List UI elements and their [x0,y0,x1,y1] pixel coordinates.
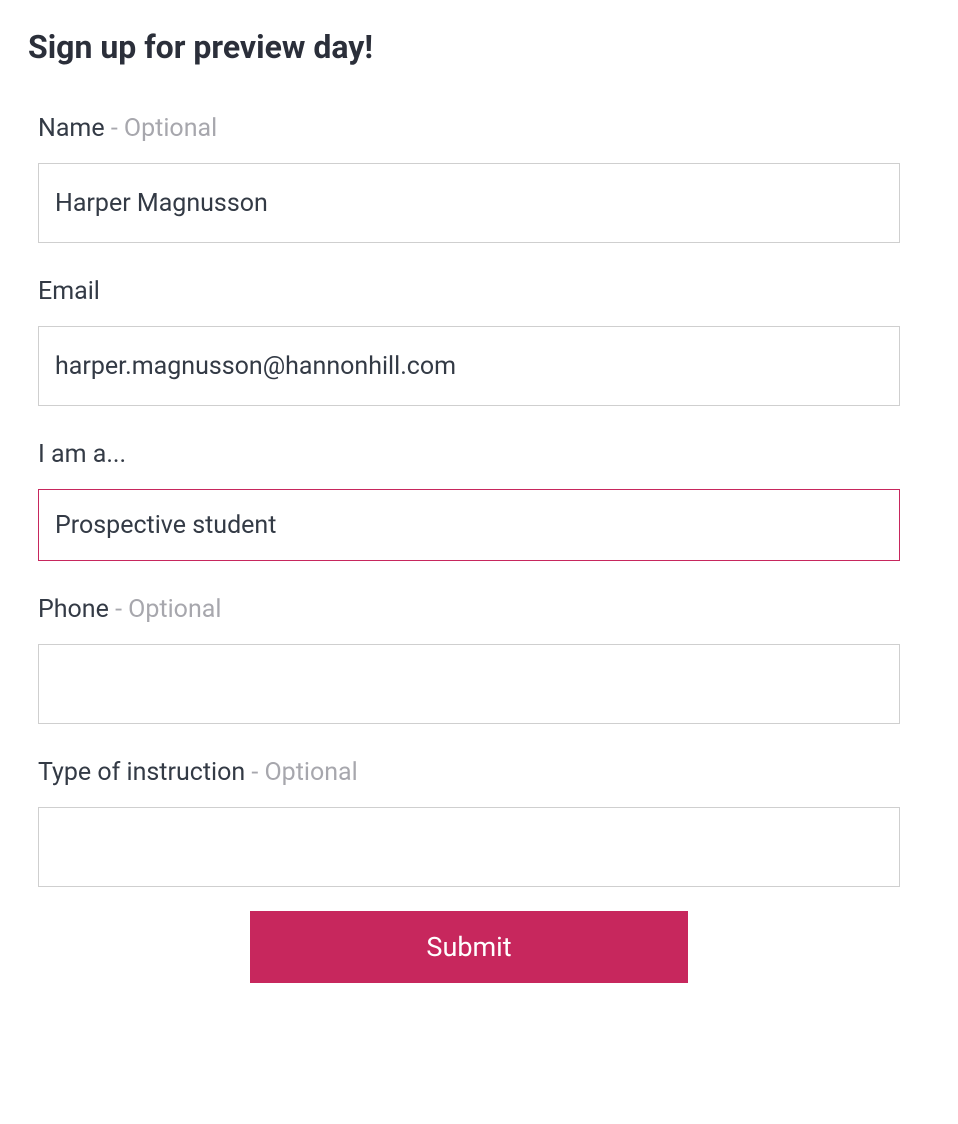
phone-label: Phone - Optional [38,595,900,624]
instruction-label-optional: - Optional [245,758,358,787]
name-label-optional: - Optional [105,114,218,143]
submit-wrap: Submit [38,911,900,983]
email-label-text: Email [38,277,100,306]
email-input[interactable] [38,326,900,406]
phone-label-optional: - Optional [109,595,222,624]
name-input[interactable] [38,163,900,243]
instruction-label: Type of instruction - Optional [38,758,900,787]
form-body: Name - Optional Email I am a... Phone - … [28,114,930,983]
instruction-input[interactable] [38,807,900,887]
field-group-phone: Phone - Optional [38,595,900,724]
email-label: Email [38,277,900,306]
field-group-instruction: Type of instruction - Optional [38,758,900,887]
iam-label: I am a... [38,440,900,469]
field-group-email: Email [38,277,900,406]
field-group-iam: I am a... [38,440,900,561]
form-title: Sign up for preview day! [28,28,930,66]
phone-input[interactable] [38,644,900,724]
iam-input[interactable] [38,489,900,561]
name-label: Name - Optional [38,114,900,143]
phone-label-text: Phone [38,595,109,624]
submit-button[interactable]: Submit [250,911,688,983]
field-group-name: Name - Optional [38,114,900,243]
instruction-label-text: Type of instruction [38,758,245,787]
name-label-text: Name [38,114,105,143]
iam-label-text: I am a... [38,440,126,469]
